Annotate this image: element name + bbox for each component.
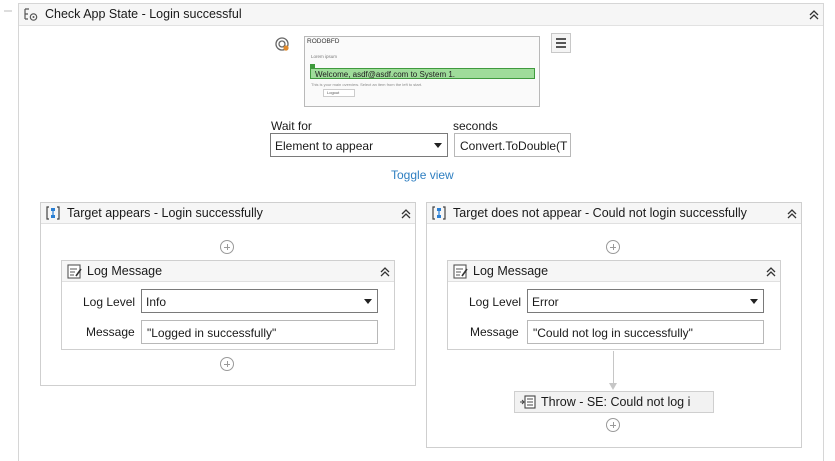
throw-icon [520,395,536,409]
target-not-appears-header[interactable]: Target does not appear - Could not login… [427,203,801,224]
hamburger-icon [556,38,566,48]
log-level-value: Info [146,295,167,309]
flow-arrow-icon [609,383,617,390]
message-input[interactable]: "Could not log in successfully" [527,320,764,344]
log-message-icon [67,264,82,279]
sequence-icon [46,206,60,220]
seconds-input[interactable]: Convert.ToDouble(T [454,133,571,157]
target-appears-header[interactable]: Target appears - Login successfully [41,203,415,224]
preview-subtitle: Lorem ipsum [311,54,338,59]
log-level-label: Log Level [469,295,522,309]
throw-activity[interactable]: Throw - SE: Could not log i [514,391,714,413]
log-message-header[interactable]: Log Message [448,261,780,282]
check-app-state-icon [24,8,38,21]
wait-for-label: Wait for [271,119,312,133]
log-level-value: Error [532,295,559,309]
log-level-dropdown[interactable]: Error [527,289,764,313]
sequence-icon [432,206,446,220]
target-screenshot-preview[interactable]: RODOBFD Lorem ipsum Welcome, asdf@asdf.c… [304,36,540,107]
log-message-header[interactable]: Log Message [62,261,394,282]
dropdown-caret-icon [364,299,372,304]
target-appears-title: Target appears - Login successfully [67,206,263,220]
preview-button: Logout [323,89,355,97]
preview-body-text: This is your main overview. Select an it… [311,82,423,87]
wait-for-dropdown[interactable]: Element to appear [270,133,448,157]
log-message-icon [453,264,468,279]
target-indicator-icon[interactable] [274,36,290,52]
log-message-title: Log Message [473,264,549,278]
message-value: "Logged in successfully" [147,326,277,340]
message-input[interactable]: "Logged in successfully" [141,320,378,344]
activity-header[interactable]: Check App State - Login successful [19,4,823,26]
dropdown-caret-icon [434,143,442,148]
log-level-label: Log Level [83,295,136,309]
message-label: Message [86,325,135,339]
collapse-icon[interactable] [378,265,392,279]
gutter-mark-icon [4,10,12,12]
seconds-label: seconds [453,119,498,133]
dropdown-caret-icon [750,299,758,304]
message-value: "Could not log in successfully" [533,326,693,340]
options-menu-button[interactable] [551,33,571,53]
add-activity-plus-icon[interactable] [220,240,234,254]
log-level-dropdown[interactable]: Info [141,289,378,313]
add-activity-plus-icon[interactable] [606,418,620,432]
wait-for-value: Element to appear [275,139,374,153]
log-message-title: Log Message [87,264,163,278]
preview-app-title: RODOBFD [307,38,340,45]
target-not-appears-title: Target does not appear - Could not login… [453,206,747,220]
throw-title: Throw - SE: Could not log i [541,395,691,409]
activity-title: Check App State - Login successful [45,7,242,21]
collapse-icon[interactable] [785,207,799,221]
seconds-value: Convert.ToDouble(T [460,139,568,153]
flow-connector [613,351,614,384]
add-activity-plus-icon[interactable] [220,357,234,371]
toggle-view-link[interactable]: Toggle view [391,168,454,182]
collapse-icon[interactable] [764,265,778,279]
collapse-icon[interactable] [399,207,413,221]
preview-welcome-text: Welcome, asdf@asdf.com to System 1. [315,70,456,79]
add-activity-plus-icon[interactable] [606,240,620,254]
preview-highlighted-element: Welcome, asdf@asdf.com to System 1. [310,68,535,79]
collapse-icon[interactable] [807,8,821,22]
message-label: Message [470,325,519,339]
